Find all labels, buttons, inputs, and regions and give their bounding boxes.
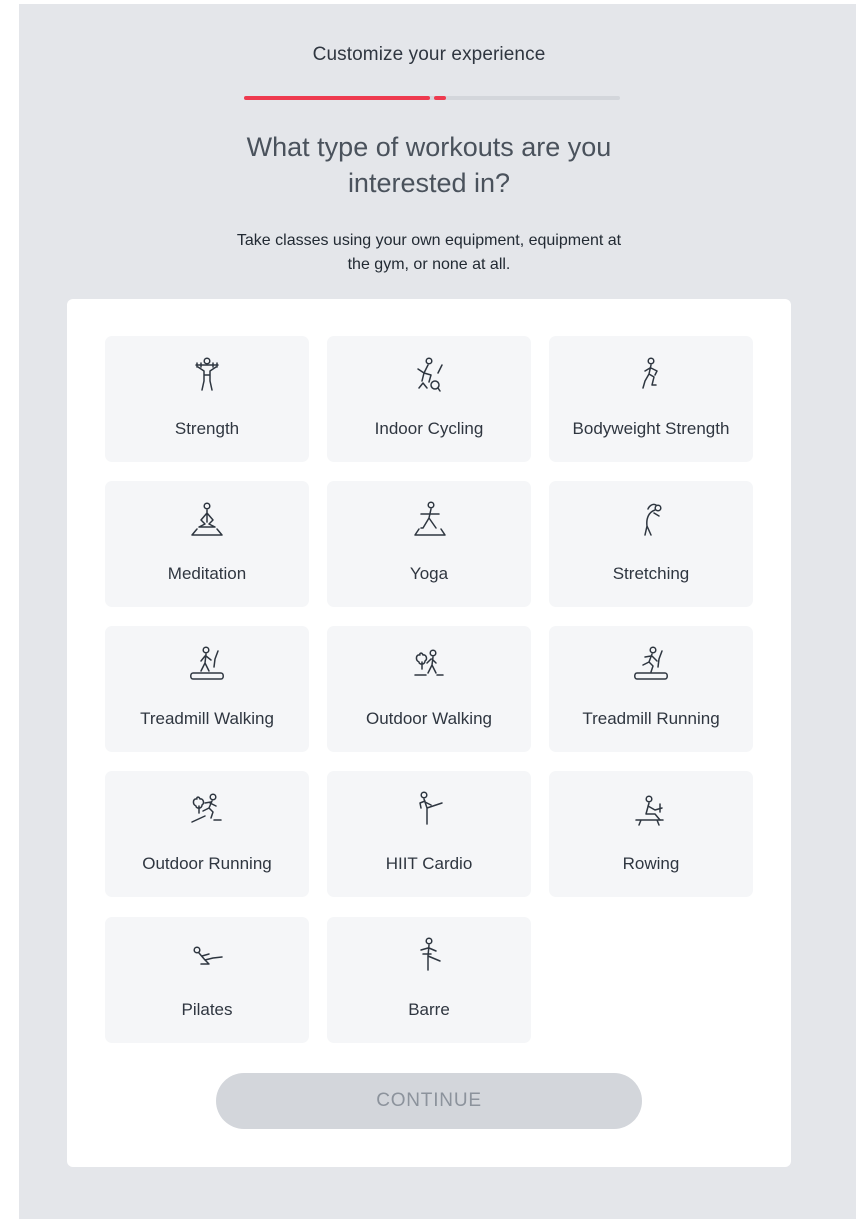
treadmill-running-icon bbox=[631, 645, 671, 685]
treadmill-walking-icon bbox=[187, 645, 227, 685]
workout-label: Rowing bbox=[622, 854, 680, 873]
workout-tile-meditation[interactable]: Meditation bbox=[105, 481, 309, 607]
workout-label: Barre bbox=[408, 1000, 450, 1019]
pilates-icon bbox=[187, 936, 227, 976]
workout-label: Strength bbox=[174, 419, 240, 438]
workout-tile-outdoor-running[interactable]: Outdoor Running bbox=[105, 771, 309, 897]
workout-selection-card: Strength Indoor Cycling Bodyweight Stren… bbox=[67, 299, 791, 1167]
subtitle-line-2: the gym, or none at all. bbox=[347, 256, 511, 273]
workout-tile-treadmill-walking[interactable]: Treadmill Walking bbox=[105, 626, 309, 752]
yoga-icon bbox=[409, 500, 449, 540]
meditation-icon bbox=[187, 500, 227, 540]
workout-tile-yoga[interactable]: Yoga bbox=[327, 481, 531, 607]
page-question: What type of workouts are you interested… bbox=[219, 129, 639, 201]
rowing-icon bbox=[631, 790, 671, 830]
workout-label: Stretching bbox=[612, 564, 690, 583]
workout-label: Meditation bbox=[167, 564, 247, 583]
workout-tile-stretching[interactable]: Stretching bbox=[549, 481, 753, 607]
stretching-icon bbox=[631, 500, 671, 540]
progress-step-completed bbox=[244, 96, 430, 100]
progress-step-current bbox=[434, 96, 446, 100]
outdoor-walking-icon bbox=[409, 645, 449, 685]
workout-label: Outdoor Walking bbox=[366, 709, 492, 728]
workout-label: Indoor Cycling bbox=[374, 419, 484, 438]
hiit-cardio-icon bbox=[409, 790, 449, 830]
workout-tile-strength[interactable]: Strength bbox=[105, 336, 309, 462]
workout-tile-barre[interactable]: Barre bbox=[327, 917, 531, 1043]
workout-label: Treadmill Walking bbox=[140, 709, 274, 728]
progress-bar bbox=[244, 96, 620, 100]
workout-label: Yoga bbox=[409, 564, 449, 583]
question-line-1: What type of workouts are you bbox=[246, 132, 612, 162]
continue-button[interactable]: CONTINUE bbox=[216, 1073, 642, 1129]
workout-label: HIIT Cardio bbox=[385, 854, 473, 873]
workout-label: Bodyweight Strength bbox=[572, 419, 730, 438]
workout-tile-bodyweight-strength[interactable]: Bodyweight Strength bbox=[549, 336, 753, 462]
barre-icon bbox=[409, 936, 449, 976]
indoor-cycling-icon bbox=[409, 355, 449, 395]
workout-tile-hiit-cardio[interactable]: HIIT Cardio bbox=[327, 771, 531, 897]
strength-icon bbox=[187, 355, 227, 395]
question-line-2: interested in? bbox=[347, 168, 511, 198]
workout-label: Pilates bbox=[181, 1000, 233, 1019]
workout-tile-pilates[interactable]: Pilates bbox=[105, 917, 309, 1043]
subtitle-line-1: Take classes using your own equipment, e… bbox=[236, 232, 622, 249]
workout-tile-indoor-cycling[interactable]: Indoor Cycling bbox=[327, 336, 531, 462]
outdoor-running-icon bbox=[187, 790, 227, 830]
workout-label: Outdoor Running bbox=[142, 854, 272, 873]
page-subtitle: Take classes using your own equipment, e… bbox=[199, 229, 659, 277]
workout-tile-rowing[interactable]: Rowing bbox=[549, 771, 753, 897]
workout-label: Treadmill Running bbox=[582, 709, 720, 728]
header-title: Customize your experience bbox=[312, 44, 546, 65]
bodyweight-strength-icon bbox=[631, 355, 671, 395]
workout-tile-outdoor-walking[interactable]: Outdoor Walking bbox=[327, 626, 531, 752]
onboarding-page: Customize your experience What type of w… bbox=[19, 4, 856, 1219]
workout-tile-treadmill-running[interactable]: Treadmill Running bbox=[549, 626, 753, 752]
